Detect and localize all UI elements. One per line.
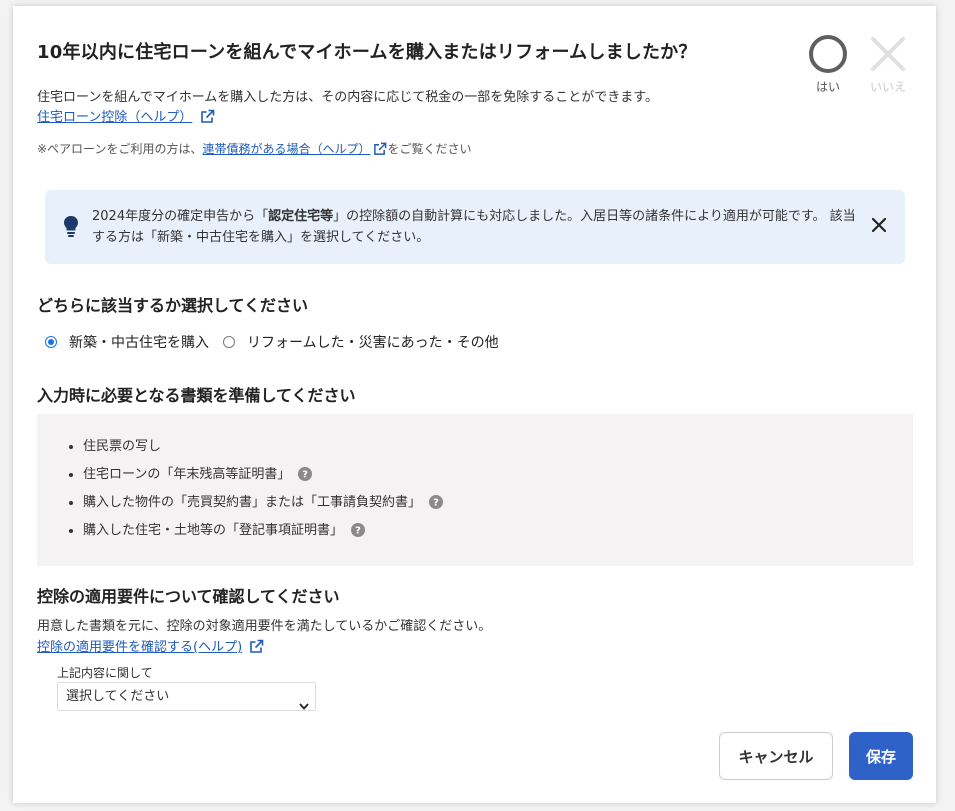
radio-reform-disaster-other[interactable]: リフォームした・災害にあった・その他 [223,332,499,352]
section-heading-select: どちらに該当するか選択してください [37,296,309,315]
pair-loan-note: ※ペアローンをご利用の方は、連帯債務がある場合（ヘルプ） をご覧ください [37,140,472,159]
requirements-description: 用意した書類を元に、控除の対象適用要件を満たしているかご確認ください。 [37,619,492,634]
svg-text:?: ? [302,470,308,481]
help-link-housing-loan-text[interactable]: 住宅ローン控除（ヘルプ） [37,110,192,125]
list-item: 住宅ローンの「年末残高等証明書」? [83,464,443,492]
cross-icon [868,34,908,74]
radio-circle-selected[interactable] [45,336,57,348]
chevron-down-icon [299,693,309,720]
dialog-title: 10年以内に住宅ローンを組んでマイホームを購入またはリフォームしましたか？ [37,42,697,63]
help-link-housing-loan[interactable]: 住宅ローン控除（ヘルプ） [37,106,215,128]
info-notice: 2024年度分の確定申告から「認定住宅等」の控除額の自動計算にも対応しました。入… [45,190,905,264]
doc-item-text: 住宅ローンの「年末残高等証明書」 [83,467,291,482]
lightbulb-icon [63,215,79,241]
close-icon[interactable] [871,217,887,237]
joint-debt-help-link[interactable]: 連帯債務がある場合（ヘルプ） [202,142,370,156]
external-link-icon [373,142,387,159]
note-suffix: をご覧ください [387,142,472,156]
purchase-type-radio-group: 新築・中古住宅を購入 リフォームした・災害にあった・その他 [45,332,513,352]
question-icon[interactable]: ? [351,523,366,545]
help-link-requirements[interactable]: 控除の適用要件を確認する(ヘルプ) [37,636,264,658]
section-heading-requirements: 控除の適用要件について確認してください [37,587,340,606]
external-link-icon [200,109,215,128]
help-link-requirements-text[interactable]: 控除の適用要件を確認する(ヘルプ) [37,640,242,655]
radio-label-new-used: 新築・中古住宅を購入 [69,335,209,351]
doc-item-text: 購入した物件の「売買契約書」または「工事請負契約書」 [83,495,422,510]
radio-circle[interactable] [223,336,235,348]
question-icon[interactable]: ? [429,495,444,517]
svg-text:?: ? [355,526,361,537]
dialog-description: 住宅ローンを組んでマイホームを購入した方は、その内容に応じて税金の一部を免除する… [37,90,659,105]
svg-text:?: ? [433,498,439,509]
save-button[interactable]: 保存 [849,732,913,780]
circle-icon [808,34,848,74]
radio-new-used-purchase[interactable]: 新築・中古住宅を購入 [45,332,209,352]
note-prefix: ※ペアローンをご利用の方は、 [37,142,203,156]
list-item: 購入した住宅・土地等の「登記事項証明書」? [83,520,443,548]
required-docs-box: 住民票の写し 住宅ローンの「年末残高等証明書」? 購入した物件の「売買契約書」ま… [37,414,913,566]
doc-item-text: 購入した住宅・土地等の「登記事項証明書」 [83,523,344,538]
dialog: 10年以内に住宅ローンを組んでマイホームを購入またはリフォームしましたか？ はい… [13,6,936,803]
section-heading-docs: 入力時に必要となる書類を準備してください [37,386,356,405]
answer-yes-button[interactable]: はい [808,34,848,95]
list-item: 購入した物件の「売買契約書」または「工事請負契約書」? [83,492,444,520]
notice-text: 2024年度分の確定申告から「認定住宅等」の控除額の自動計算にも対応しました。入… [92,206,867,248]
list-item: 住民票の写し [83,436,443,464]
requirements-select[interactable]: 選択してください [57,682,316,711]
notice-text-bold: 認定住宅等 [268,209,334,224]
answer-no-button[interactable]: いいえ [868,34,908,95]
radio-label-reform: リフォームした・災害にあった・その他 [247,335,499,351]
answer-no-label: いいえ [869,80,906,94]
answer-yes-label: はい [815,80,840,94]
select-label: 上記内容に関して [57,666,153,680]
doc-item-text: 住民票の写し [83,439,162,454]
cancel-button[interactable]: キャンセル [719,732,833,780]
select-value: 選択してください [66,689,170,704]
notice-text-part1: 2024年度分の確定申告から「 [92,209,269,224]
external-link-icon [249,639,264,658]
required-docs-list: 住民票の写し 住宅ローンの「年末残高等証明書」? 購入した物件の「売買契約書」ま… [37,436,444,548]
question-icon[interactable]: ? [298,467,313,489]
